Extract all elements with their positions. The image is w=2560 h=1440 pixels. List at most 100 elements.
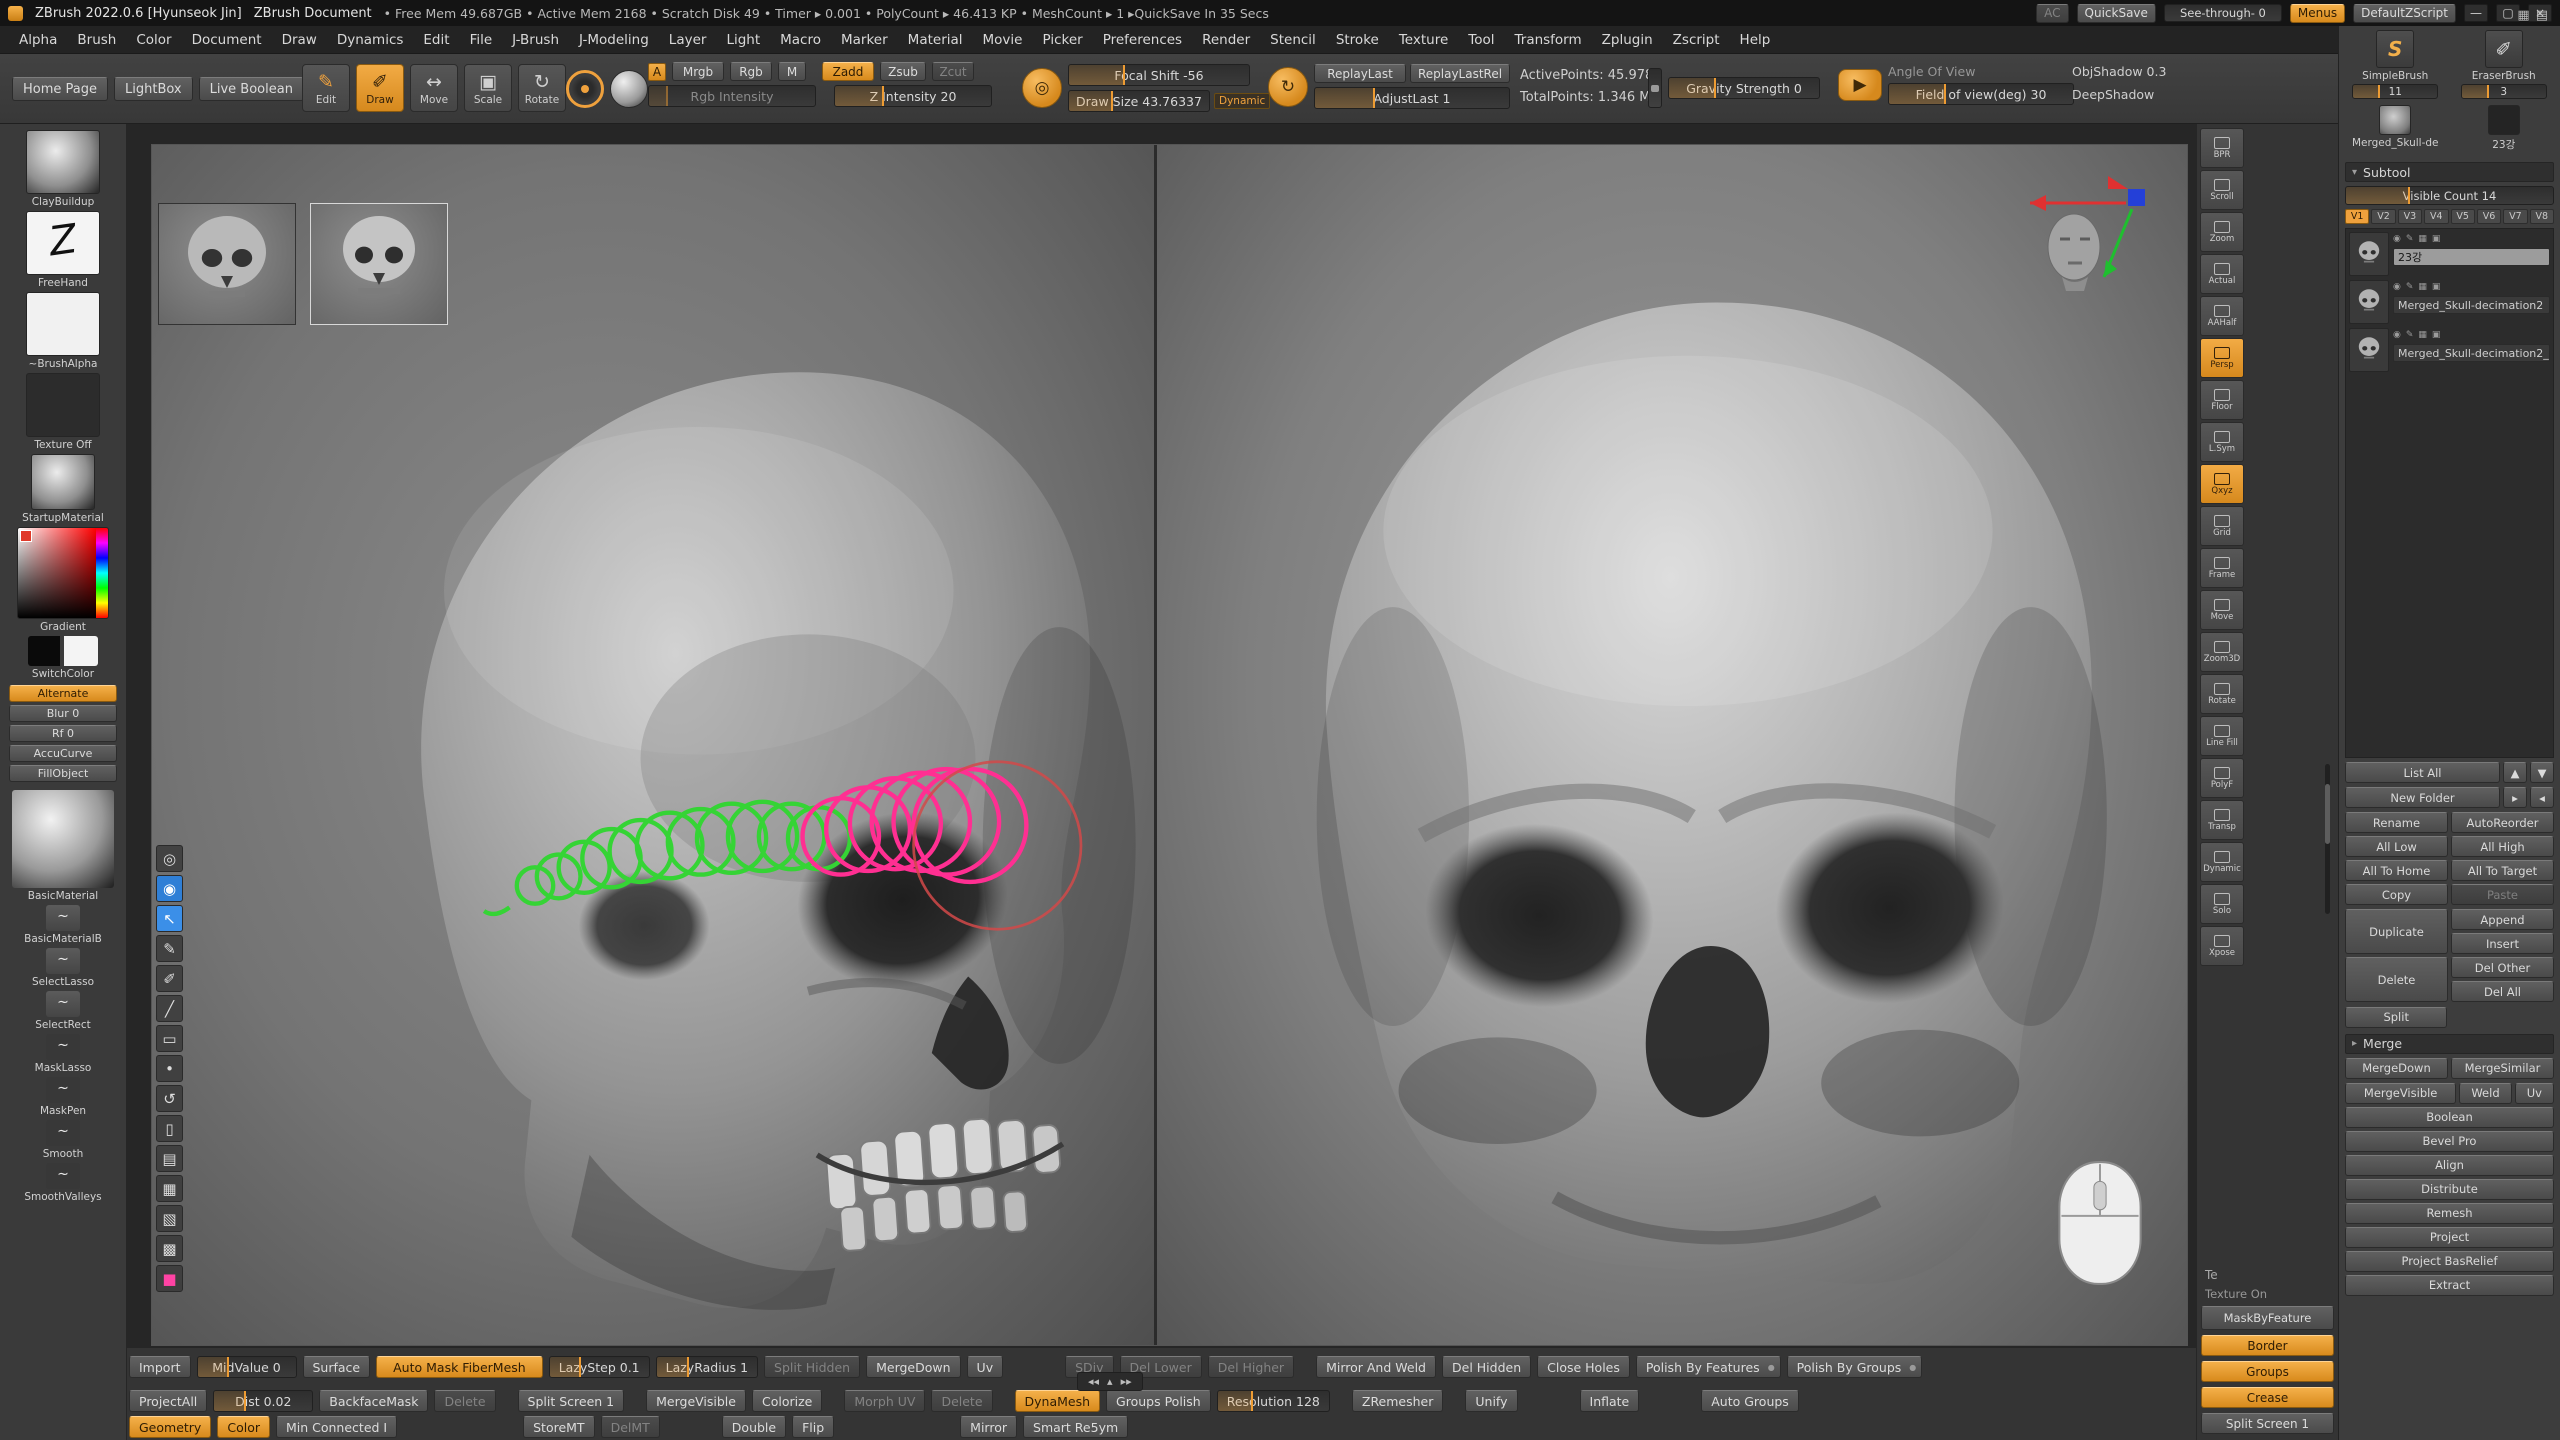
subtool-header[interactable]: ▾ Subtool <box>2345 162 2554 182</box>
mrgb-button[interactable]: Mrgb <box>672 62 724 81</box>
menu-item[interactable]: Stroke <box>1327 29 1388 51</box>
subtool-button[interactable]: MergeVisible <box>2345 1083 2456 1104</box>
sidebar-thumbnail[interactable] <box>31 454 95 510</box>
switch-color[interactable]: SwitchColor <box>28 636 98 680</box>
subtool-button[interactable]: Uv <box>2515 1083 2554 1104</box>
bottom-button[interactable]: MergeDown <box>866 1356 960 1378</box>
menu-item[interactable]: Document <box>183 29 271 51</box>
zoom-button[interactable]: Zoom <box>2200 212 2244 252</box>
move-button[interactable]: ↔ Move <box>410 64 458 112</box>
subtool-button[interactable]: Project BasRelief <box>2345 1251 2554 1272</box>
Merged_Skull-decimation2_4[interactable]: ◉ ✎ ▦ ▣ Merged_Skull-decimation2_4 <box>2349 328 2550 372</box>
default-zscript-button[interactable]: DefaultZScript <box>2353 4 2456 23</box>
subtool-button[interactable]: Duplicate <box>2345 909 2448 954</box>
bottom-button[interactable]: Colorize <box>752 1390 822 1412</box>
texture-off[interactable]: Texture Off <box>26 373 100 451</box>
menu-item[interactable]: Draw <box>273 29 326 51</box>
bottom-button[interactable]: DelMT <box>601 1416 660 1438</box>
sidebar-thumbnail[interactable] <box>26 292 100 356</box>
visibility-eye-icon[interactable]: ◉ <box>2393 234 2401 244</box>
23강[interactable]: ◉ ✎ ▦ ▣ 23강 <box>2349 232 2550 276</box>
menu-item[interactable]: Picker <box>1033 29 1091 51</box>
solo-button[interactable]: Solo <box>2200 884 2244 924</box>
bottom-button[interactable]: MidValue 0 <box>197 1356 297 1378</box>
subtool-button[interactable]: All To Target <box>2451 860 2554 881</box>
clipboard-icon[interactable]: ▧ <box>156 1205 183 1232</box>
bottom-button[interactable]: Flip <box>792 1416 834 1438</box>
replay-last-button[interactable]: ReplayLast <box>1314 64 1406 83</box>
camera-orientation-gizmo[interactable] <box>2022 165 2182 315</box>
image-icon[interactable]: ▦ <box>156 1175 183 1202</box>
zoom3d-button[interactable]: Zoom3D <box>2200 632 2244 672</box>
zremesher-button[interactable]: ZRemesher <box>1352 1390 1444 1412</box>
grid-button[interactable]: Grid <box>2200 506 2244 546</box>
polyf-button[interactable]: PolyF <box>2200 758 2244 798</box>
subtool-list[interactable]: ◉ ✎ ▦ ▣ 23강 <box>2345 228 2554 758</box>
bottom-button[interactable]: MergeVisible <box>646 1390 746 1412</box>
focal-shift-slider[interactable]: Focal Shift -56 <box>1068 64 1250 86</box>
menu-item[interactable]: Preferences <box>1094 29 1191 51</box>
groups-button[interactable]: Groups <box>2201 1361 2334 1382</box>
trash-icon[interactable]: ▯ <box>156 1115 183 1142</box>
menu-item[interactable]: Macro <box>771 29 830 51</box>
bottom-button[interactable]: LazyStep 0.1 <box>549 1356 650 1378</box>
eraser-icon[interactable]: ▭ <box>156 1025 183 1052</box>
undo-icon[interactable]: ↺ <box>156 1085 183 1112</box>
menu-item[interactable]: Light <box>717 29 769 51</box>
frame-button[interactable]: Frame <box>2200 548 2244 588</box>
tool-slot-23[interactable]: 23강 <box>2454 105 2555 152</box>
subtool-button[interactable]: Project <box>2345 1227 2554 1248</box>
rotate3d-button[interactable]: Rotate <box>2200 674 2244 714</box>
pager-right-icon[interactable]: ▸▸ <box>1121 1375 1132 1388</box>
tool-thumbnail[interactable] <box>2488 105 2520 135</box>
brush-claybuildup[interactable]: ClayBuildup <box>26 130 100 208</box>
home-page-button[interactable]: Home Page <box>12 77 108 101</box>
pencil-icon[interactable]: ✐ <box>156 965 183 992</box>
color-picker[interactable]: Gradient <box>17 527 109 633</box>
pin-icon[interactable]: ◎ <box>156 845 183 872</box>
bottom-button[interactable]: LazyRadius 1 <box>656 1356 758 1378</box>
menu-item[interactable]: Marker <box>832 29 897 51</box>
bottom-button[interactable]: Mirror And Weld <box>1316 1356 1436 1378</box>
subtool-button[interactable]: Remesh <box>2345 1203 2554 1224</box>
subtool-button[interactable]: Del Other <box>2451 957 2554 978</box>
select-lasso[interactable]: SelectLasso <box>32 948 94 988</box>
subtool-button[interactable]: Copy <box>2345 884 2448 905</box>
pager-left-icon[interactable]: ◂◂ <box>1088 1375 1099 1388</box>
sculpt-canvas[interactable]: ◎ ◉ ↖ ✎ ✐ ╱ ▭ • ↺ ▯ <box>127 124 2196 1348</box>
subtool-button[interactable]: Distribute <box>2345 1179 2554 1200</box>
subtool-button[interactable]: Boolean <box>2345 1107 2554 1128</box>
rgb-button[interactable]: Rgb <box>730 62 772 81</box>
menus-button[interactable]: Menus <box>2290 4 2345 23</box>
zsub-button[interactable]: Zsub <box>880 62 926 81</box>
smooth-brush[interactable]: Smooth <box>43 1120 84 1160</box>
subtool-button[interactable]: Paste <box>2451 884 2554 905</box>
blur-slider[interactable]: Blur 0 <box>9 705 117 722</box>
crease-button[interactable]: Crease <box>2201 1387 2334 1408</box>
mask-lasso[interactable]: MaskLasso <box>35 1034 92 1074</box>
subtool-up-button[interactable]: ▲ <box>2503 762 2527 783</box>
snapshot-thumbnail-1[interactable] <box>158 203 296 325</box>
xpose-button[interactable]: Xpose <box>2200 926 2244 966</box>
menu-item[interactable]: File <box>461 29 502 51</box>
sidebar-thumbnail[interactable] <box>28 636 98 666</box>
link-icon[interactable]: ▣ <box>2432 234 2441 244</box>
import-button[interactable]: Import <box>129 1356 191 1378</box>
dynamesh-button[interactable]: DynaMesh <box>1015 1390 1101 1412</box>
brush-slot-slider[interactable]: 3 <box>2461 84 2547 99</box>
tray-pager[interactable]: ◂◂ ▴ ▸▸ <box>1077 1372 1143 1391</box>
fillobject-button[interactable]: FillObject <box>9 765 117 782</box>
subtool-button[interactable]: MergeSimilar <box>2451 1058 2554 1079</box>
menu-item[interactable]: Render <box>1193 29 1259 51</box>
quicksave-button[interactable]: QuickSave <box>2077 4 2156 23</box>
aahalf-button[interactable]: AAHalf <box>2200 296 2244 336</box>
menu-item[interactable]: Brush <box>68 29 125 51</box>
draw-button[interactable]: ✐ Draw <box>356 64 404 112</box>
bottom-button[interactable]: Morph UV <box>844 1390 925 1412</box>
dynamic-button[interactable]: Dynamic <box>2200 842 2244 882</box>
sidebar-thumbnail[interactable] <box>46 991 80 1017</box>
Merged_Skull-decimation2[interactable]: ◉ ✎ ▦ ▣ Merged_Skull-decimation2 <box>2349 280 2550 324</box>
subtool-button[interactable]: Del All <box>2451 981 2554 1002</box>
m-button[interactable]: M <box>778 62 806 81</box>
maximize-button[interactable]: ▢ <box>2496 4 2520 22</box>
